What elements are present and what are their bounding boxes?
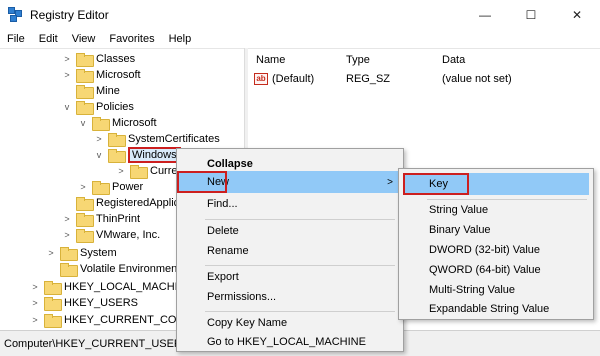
tree-item-volatile-environment[interactable]: Volatile Environment <box>46 261 180 277</box>
submenu-item-qword-value[interactable]: QWORD (64-bit) Value <box>399 259 593 281</box>
chevron-right-icon[interactable]: > <box>94 134 104 144</box>
submenu-item-expandable-string-value[interactable]: Expandable String Value <box>399 298 593 320</box>
chevron-right-icon[interactable]: > <box>62 54 72 64</box>
chevron-right-icon[interactable]: > <box>62 70 72 80</box>
column-header-data[interactable]: Data <box>442 54 465 66</box>
tree-item-power[interactable]: > Power <box>78 179 143 195</box>
submenu-item-key[interactable]: Key <box>403 173 589 195</box>
chevron-down-icon[interactable]: v <box>62 102 72 112</box>
registry-editor-icon <box>8 6 24 23</box>
tree-item-registeredapplications[interactable]: RegisteredApplic <box>62 195 179 211</box>
minimize-button[interactable]: — <box>462 0 508 29</box>
window-title: Registry Editor <box>30 7 109 22</box>
folder-icon <box>76 85 94 99</box>
tree-item-hkey-local-machine[interactable]: > HKEY_LOCAL_MACHINE <box>30 279 193 295</box>
close-button[interactable]: ✕ <box>554 0 600 29</box>
value-row[interactable]: ab (Default) REG_SZ (value not set) <box>248 70 600 88</box>
folder-icon <box>92 117 110 131</box>
menu-item-find[interactable]: Find... <box>177 193 403 215</box>
value-data: (value not set) <box>442 73 512 85</box>
new-submenu: Key String Value Binary Value DWORD (32-… <box>398 168 594 320</box>
menu-item-permissions[interactable]: Permissions... <box>177 286 403 308</box>
tree-item-system[interactable]: > System <box>46 245 117 261</box>
submenu-item-binary-value[interactable]: Binary Value <box>399 219 593 241</box>
menu-item-new[interactable]: New > <box>177 171 403 193</box>
folder-icon <box>76 229 94 243</box>
tree-item-systemcertificates[interactable]: > SystemCertificates <box>94 131 220 147</box>
chevron-down-icon[interactable]: v <box>78 118 88 128</box>
menu-file[interactable]: File <box>0 33 32 45</box>
folder-icon <box>44 297 62 311</box>
folder-icon <box>108 149 126 163</box>
string-value-icon: ab <box>254 73 268 85</box>
chevron-right-icon[interactable]: > <box>30 315 40 325</box>
submenu-item-dword-value[interactable]: DWORD (32-bit) Value <box>399 239 593 261</box>
tree-item-thinprint[interactable]: > ThinPrint <box>62 211 140 227</box>
folder-icon <box>76 197 94 211</box>
folder-icon <box>76 53 94 67</box>
chevron-right-icon[interactable]: > <box>116 166 126 176</box>
context-menu: Collapse New > Find... Delete Rename Exp… <box>176 148 404 352</box>
tree-item-policies[interactable]: v Policies <box>62 99 134 115</box>
submenu-item-string-value[interactable]: String Value <box>399 199 593 221</box>
tree-item-policies-microsoft[interactable]: v Microsoft <box>78 115 157 131</box>
folder-icon <box>60 263 78 277</box>
chevron-right-icon[interactable]: > <box>62 214 72 224</box>
menu-item-export[interactable]: Export <box>177 266 403 288</box>
tree-item-windows[interactable]: v Windows <box>94 147 181 163</box>
tree-item-classes[interactable]: > Classes <box>62 51 135 67</box>
folder-icon <box>44 314 62 328</box>
status-path: Computer\HKEY_CURRENT_USER\S <box>4 337 193 350</box>
folder-icon <box>108 133 126 147</box>
folder-icon <box>130 165 148 179</box>
tree-item-vmware[interactable]: > VMware, Inc. <box>62 227 160 243</box>
tree-item-currentversion[interactable]: > Curren <box>116 163 184 179</box>
submenu-item-key-label: Key <box>403 173 469 195</box>
menu-help[interactable]: Help <box>162 33 199 45</box>
tree-item-microsoft[interactable]: > Microsoft <box>62 67 141 83</box>
menu-item-delete[interactable]: Delete <box>177 220 403 242</box>
folder-icon <box>92 181 110 195</box>
chevron-right-icon[interactable]: > <box>46 248 56 258</box>
chevron-down-icon[interactable]: v <box>94 150 104 160</box>
value-name: (Default) <box>272 73 315 85</box>
folder-icon <box>76 101 94 115</box>
folder-icon <box>76 213 94 227</box>
column-header-type[interactable]: Type <box>346 54 370 66</box>
folder-icon <box>76 69 94 83</box>
menu-edit[interactable]: Edit <box>32 33 65 45</box>
folder-icon <box>60 247 78 261</box>
column-headers: Name Type Data <box>248 51 600 69</box>
menu-item-goto-hklm[interactable]: Go to HKEY_LOCAL_MACHINE <box>177 331 403 353</box>
chevron-right-icon[interactable]: > <box>78 182 88 192</box>
maximize-button[interactable]: ☐ <box>508 0 554 29</box>
folder-icon <box>44 281 62 295</box>
tree-item-mine[interactable]: Mine <box>62 83 120 99</box>
column-header-name[interactable]: Name <box>256 54 285 66</box>
tree-item-hkey-users[interactable]: > HKEY_USERS <box>30 295 138 311</box>
value-type: REG_SZ <box>346 73 391 85</box>
menu-item-new-label: New <box>177 171 229 193</box>
title-bar: Registry Editor — ☐ ✕ <box>0 0 600 29</box>
chevron-right-icon[interactable]: > <box>30 298 40 308</box>
menu-bar: File Edit View Favorites Help <box>0 29 600 48</box>
chevron-right-icon: > <box>387 176 393 188</box>
menu-view[interactable]: View <box>65 33 103 45</box>
menu-favorites[interactable]: Favorites <box>102 33 161 45</box>
chevron-right-icon[interactable]: > <box>62 230 72 240</box>
menu-item-rename[interactable]: Rename <box>177 240 403 262</box>
chevron-right-icon[interactable]: > <box>30 282 40 292</box>
